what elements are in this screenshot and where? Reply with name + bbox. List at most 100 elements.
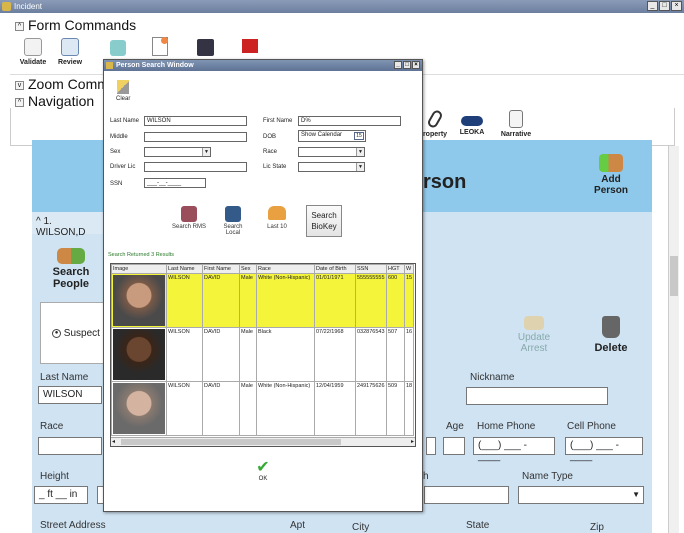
add-person-button[interactable]: Add Person [583, 154, 639, 196]
last-10-button[interactable]: Last 10 [260, 206, 294, 230]
vertical-scrollbar[interactable] [668, 146, 679, 533]
dlg-race-select[interactable]: ▼ [298, 147, 365, 157]
form-commands-header[interactable]: ^ Form Commands [15, 17, 136, 33]
state-label: State [466, 520, 490, 531]
col-first-name[interactable]: First Name [202, 264, 240, 274]
col-last-name[interactable]: Last Name [166, 264, 203, 274]
search-local-button[interactable]: Search Local [216, 206, 250, 236]
race-field[interactable] [38, 437, 102, 455]
search-people-icon [57, 248, 85, 264]
review-button[interactable]: Review [50, 38, 90, 66]
property-icon [426, 108, 444, 130]
col-hgt[interactable]: HGT [386, 264, 405, 274]
dlg-race-label: Race [263, 149, 278, 155]
last-10-icon [268, 206, 286, 220]
dlg-ssn-label: SSN [110, 181, 123, 187]
chevron-down-icon: ▼ [356, 163, 364, 171]
search-local-icon [225, 206, 241, 222]
scroll-right-icon[interactable]: ▸ [411, 438, 414, 445]
col-w[interactable]: W [403, 264, 415, 274]
app-icon [2, 2, 11, 11]
validate-button[interactable]: Validate [13, 38, 53, 66]
dlg-ssn-field[interactable]: ___-__-____ [144, 178, 206, 188]
scrollbar-thumb[interactable] [670, 256, 678, 296]
name-type-select[interactable]: ▼ [518, 486, 644, 504]
partial-field[interactable] [424, 486, 509, 504]
nickname-field[interactable] [466, 387, 608, 405]
dlg-driver-lic-label: Driver Lic [110, 164, 136, 170]
col-race[interactable]: Race [256, 264, 315, 274]
save-icon[interactable] [197, 39, 214, 56]
table-row[interactable]: WILSON DAVID Male White (Non-Hispanic) 1… [111, 381, 415, 436]
new-doc-icon[interactable] [152, 37, 168, 56]
leoka-icon [461, 116, 483, 126]
navigation-header[interactable]: ^ Navigation [15, 93, 94, 109]
table-row[interactable]: WILSON DAVID Male White (Non-Hispanic) 0… [111, 273, 415, 328]
horizontal-scrollbar[interactable]: ◂ ▸ [111, 437, 415, 446]
results-count: Search Returned 3 Results [108, 252, 175, 258]
search-biokey-button[interactable]: Search BioKey [306, 205, 342, 237]
search-people-button[interactable]: Search People [45, 248, 97, 290]
mugshot-image [113, 383, 165, 434]
dialog-close-button[interactable]: × [412, 61, 420, 69]
street-address-label: Street Address [40, 520, 106, 531]
results-grid[interactable]: Image Last Name First Name Sex Race Date… [110, 263, 416, 447]
height-label: Height [40, 471, 69, 482]
dlg-dob-field[interactable]: Show Calendar 15 [298, 130, 366, 142]
scroll-left-icon[interactable]: ◂ [112, 438, 115, 445]
dlg-lic-state-select[interactable]: ▼ [298, 162, 365, 172]
dialog-maximize-button[interactable]: □ [403, 61, 411, 69]
last-name-field[interactable]: WILSON [38, 386, 102, 404]
dlg-last-name-field[interactable]: WILSON [144, 116, 247, 126]
broom-icon [117, 80, 130, 94]
cell-phone-field[interactable]: (___) ___ - ____ [565, 437, 643, 462]
ok-button[interactable]: ✔ OK [254, 459, 272, 483]
apt-label: Apt [290, 520, 306, 531]
checkmark-icon: ✔ [256, 459, 270, 476]
delete-button[interactable]: Delete [588, 316, 634, 354]
calendar-icon[interactable]: 15 [354, 132, 364, 140]
nav-leoka[interactable]: LEOKA [452, 110, 492, 136]
col-sex[interactable]: Sex [239, 264, 257, 274]
update-arrest-button[interactable]: Update Arrest [506, 316, 562, 354]
dlg-sex-select[interactable]: ▼ [144, 147, 211, 157]
dob-field-edge[interactable] [426, 437, 436, 455]
window-title-bar: Incident _ □ × [0, 0, 684, 13]
dialog-title: Person Search Window [116, 62, 194, 69]
dialog-minimize-button[interactable]: _ [394, 61, 402, 69]
col-dob[interactable]: Date of Birth [314, 264, 356, 274]
clear-button[interactable]: Clear [116, 80, 130, 102]
dlg-driver-lic-field[interactable] [144, 162, 247, 172]
dialog-icon [106, 62, 113, 69]
col-image[interactable]: Image [111, 264, 167, 274]
minimize-button[interactable]: _ [647, 1, 658, 11]
exit-icon[interactable] [242, 39, 258, 53]
person-title: rson [423, 171, 467, 193]
collapse-icon: ^ [15, 21, 24, 31]
review-icon [61, 38, 79, 56]
dlg-first-name-field[interactable]: D% [298, 116, 401, 126]
search-rms-button[interactable]: Search RMS [172, 206, 206, 230]
add-person-icon [599, 154, 623, 172]
person-entry[interactable]: ^ 1. WILSON,D [32, 212, 104, 238]
window-title: Incident [14, 2, 43, 11]
maximize-button[interactable]: □ [659, 1, 670, 11]
table-row[interactable]: WILSON DAVID Male Black 07/22/1968 03287… [111, 327, 415, 382]
scrollbar-thumb[interactable] [121, 439, 341, 445]
dlg-middle-label: Middle [110, 134, 128, 140]
print-icon[interactable] [110, 40, 126, 56]
dlg-dob-label: DOB [263, 134, 277, 140]
height-field[interactable]: _ ft __ in [34, 486, 88, 504]
chevron-down-icon: ▼ [356, 148, 364, 156]
col-ssn[interactable]: SSN [355, 264, 387, 274]
home-phone-field[interactable]: (___) ___ - ____ [473, 437, 555, 462]
close-button[interactable]: × [671, 1, 682, 11]
chevron-down-icon: ▼ [632, 490, 640, 499]
dlg-middle-field[interactable] [144, 132, 247, 142]
dlg-lic-state-label: Lic State [263, 164, 287, 170]
zoom-commands-header[interactable]: v Zoom Comma [15, 76, 117, 92]
dlg-first-name-label: First Name [263, 118, 293, 124]
suspect-radio[interactable]: ● Suspect [52, 328, 100, 339]
nav-narrative[interactable]: Narrative [496, 110, 536, 138]
age-field[interactable] [443, 437, 465, 455]
